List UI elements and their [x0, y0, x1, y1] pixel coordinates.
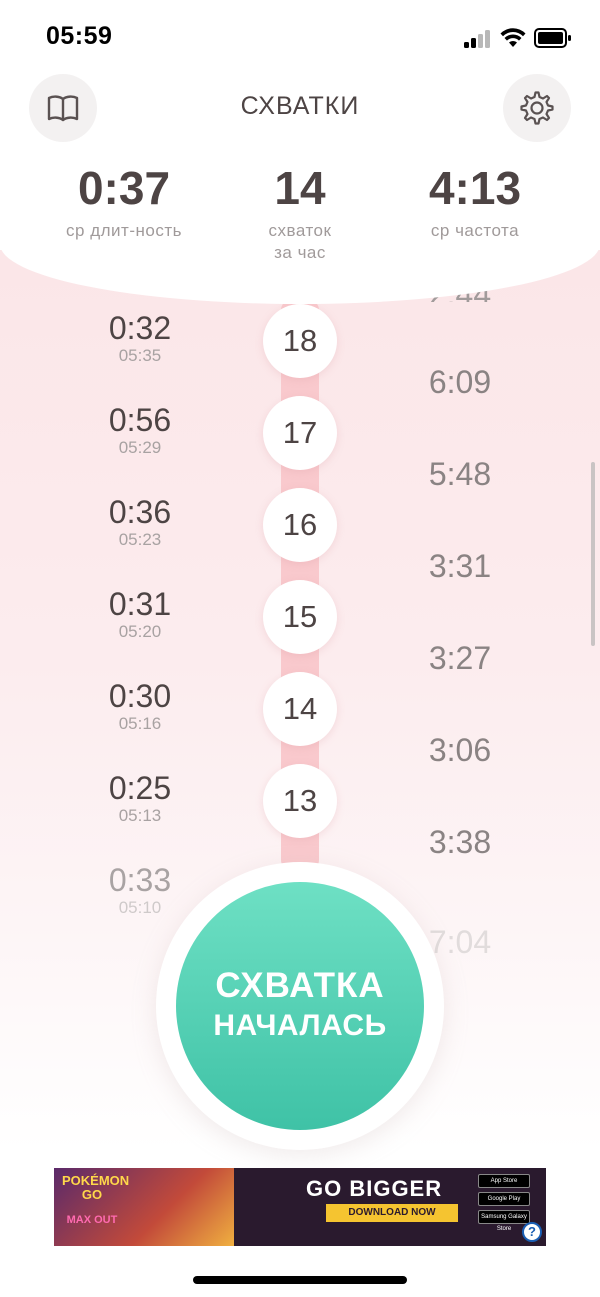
- ad-help-icon[interactable]: ?: [522, 1222, 542, 1242]
- ad-logo: POKÉMON GO: [62, 1173, 130, 1202]
- google-play-badge[interactable]: Google Play: [478, 1192, 530, 1206]
- per-hour-label: схваток за час: [200, 220, 400, 264]
- scrollbar[interactable]: [591, 462, 595, 646]
- per-hour-stat: 14 схваток за час: [200, 164, 400, 264]
- contraction-start-time: 05:20: [118, 622, 162, 641]
- contraction-number[interactable]: 16: [263, 488, 337, 562]
- contraction-row[interactable]: 0:36 05:23 16 3:31: [0, 486, 600, 584]
- ad-logo-sub: MAX OUT: [66, 1214, 118, 1226]
- ad-headline: GO BIGGER: [306, 1176, 443, 1201]
- ad-banner[interactable]: POKÉMON GO MAX OUT GO BIGGER DOWNLOAD NO…: [54, 1168, 546, 1246]
- contraction-row[interactable]: 0:25 05:13 13 3:38: [0, 762, 600, 860]
- contraction-number[interactable]: 13: [263, 764, 337, 838]
- contraction-number[interactable]: 15: [263, 580, 337, 654]
- contraction-row[interactable]: 0:31 05:20 15 3:27: [0, 578, 600, 676]
- contraction-duration: 0:32: [108, 310, 172, 346]
- contraction-duration: 0:30: [108, 678, 172, 714]
- gear-icon: [520, 91, 554, 125]
- contraction-row[interactable]: 0:56 05:29 17 5:48: [0, 394, 600, 492]
- avg-duration-label: ср длит-ность: [66, 221, 182, 240]
- contraction-row[interactable]: 0:32 05:35 18 6:09: [0, 302, 600, 400]
- ad-download-button[interactable]: DOWNLOAD NOW: [326, 1204, 458, 1222]
- contraction-row[interactable]: 0:30 05:16 14 3:06: [0, 670, 600, 768]
- contraction-number[interactable]: 18: [263, 304, 337, 378]
- contraction-start-time: 05:35: [118, 346, 162, 365]
- per-hour-value: 14: [274, 162, 326, 214]
- contraction-number[interactable]: 14: [263, 672, 337, 746]
- contraction-number[interactable]: 17: [263, 396, 337, 470]
- contraction-started-label-line1: СХВАТКА: [215, 966, 385, 1005]
- per-hour-label-line2: за час: [274, 243, 326, 262]
- contraction-duration: 0:31: [108, 586, 172, 622]
- contraction-start-time: 05:29: [118, 438, 162, 457]
- contraction-duration: 0:25: [108, 770, 172, 806]
- contraction-duration: 0:56: [108, 402, 172, 438]
- avg-frequency-stat: 4:13 ср частота: [375, 164, 575, 242]
- avg-duration-stat: 0:37 ср длит-ность: [24, 164, 224, 242]
- per-hour-label-line1: схваток: [268, 221, 332, 240]
- contraction-start-button-ring: СХВАТКА НАЧАЛАСЬ: [156, 862, 444, 1150]
- contraction-started-label-line2: НАЧАЛАСЬ: [213, 1009, 387, 1042]
- header: СХВАТКИ 0:37 ср длит-ность 14 схваток за…: [0, 72, 600, 304]
- contraction-start-time: 05:23: [118, 530, 162, 549]
- contraction-start-time: 05:16: [118, 714, 162, 733]
- app-store-badge[interactable]: App Store: [478, 1174, 530, 1188]
- contraction-started-button[interactable]: СХВАТКА НАЧАЛАСЬ: [176, 882, 424, 1130]
- avg-frequency-value: 4:13: [428, 162, 522, 214]
- settings-button[interactable]: [503, 74, 571, 142]
- avg-duration-value: 0:37: [77, 162, 171, 214]
- contraction-start-time: 05:13: [118, 806, 162, 825]
- contraction-duration: 0:33: [108, 862, 172, 898]
- avg-frequency-label: ср частота: [430, 221, 520, 240]
- galaxy-store-badge[interactable]: Samsung Galaxy Store: [478, 1210, 530, 1232]
- contraction-duration: 0:36: [108, 494, 172, 530]
